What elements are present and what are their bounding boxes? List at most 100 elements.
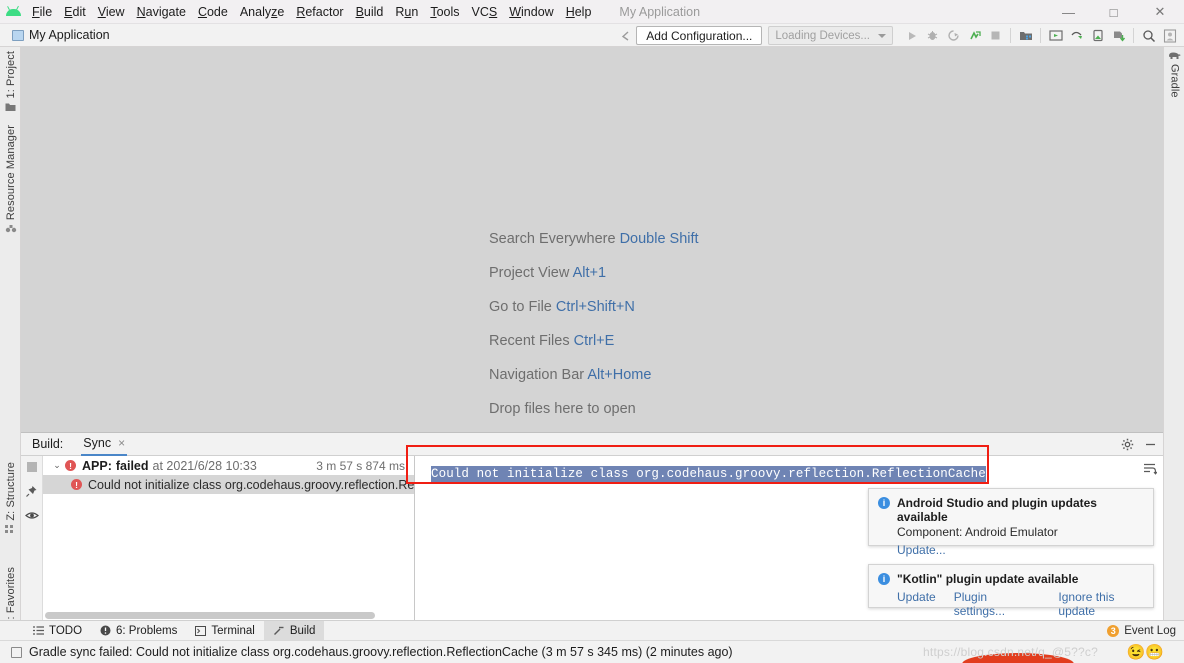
menu-rest: ile <box>39 4 53 19</box>
profile-icon[interactable] <box>964 25 985 46</box>
layout-inspector-icon[interactable] <box>1066 25 1087 46</box>
shortcut-row: Recent Files Ctrl+E <box>489 333 699 349</box>
stop-icon[interactable] <box>985 25 1006 46</box>
stop-build-icon[interactable] <box>26 461 38 473</box>
settings-gear-icon[interactable] <box>1121 438 1134 451</box>
device-file-explorer-icon[interactable] <box>1087 25 1108 46</box>
menu-item-window[interactable]: Window <box>503 2 559 22</box>
event-log-label: Event Log <box>1124 624 1176 637</box>
sidebar-item-project[interactable]: 1: Project <box>0 51 21 112</box>
terminal-icon <box>195 625 207 636</box>
emoji-wink-icon: 😉 <box>1126 644 1146 661</box>
menu-item-build[interactable]: Build <box>350 2 390 22</box>
notification-actions: Update Plugin settings... Ignore this up… <box>897 590 1153 618</box>
menu-item-help[interactable]: Help <box>560 2 598 22</box>
add-configuration-button[interactable]: Add Configuration... <box>636 26 763 45</box>
bottom-tab-todo[interactable]: TODO <box>24 621 91 641</box>
breadcrumb[interactable]: My Application <box>12 28 110 42</box>
device-selector[interactable]: Loading Devices... <box>768 26 893 45</box>
user-account-icon[interactable] <box>1159 25 1180 46</box>
menu-item-code[interactable]: Code <box>192 2 234 22</box>
toggle-view-icon[interactable] <box>24 510 39 521</box>
shortcut-key: Double Shift <box>619 231 699 247</box>
sidebar-item-label: Gradle <box>1168 64 1181 98</box>
horizontal-scrollbar[interactable] <box>45 612 375 619</box>
menu-item-run[interactable]: Run <box>389 2 424 22</box>
avd-manager-icon[interactable] <box>1045 25 1066 46</box>
info-icon: i <box>878 573 890 585</box>
notification-kotlin-plugin-update[interactable]: i "Kotlin" plugin update available Updat… <box>868 564 1154 618</box>
menu-item-tools[interactable]: Tools <box>424 2 465 22</box>
shortcut-action: Navigation Bar <box>489 367 585 383</box>
menu-item-analyze[interactable]: Analyze <box>234 2 290 22</box>
memory-indicator-icon[interactable] <box>11 646 22 658</box>
module-icon <box>12 29 24 41</box>
bottom-tab-terminal[interactable]: Terminal <box>186 621 263 641</box>
filter-tree-icon[interactable] <box>1143 462 1157 475</box>
sdk-manager-icon[interactable] <box>1015 25 1036 46</box>
pin-tab-icon[interactable] <box>25 485 38 498</box>
search-icon[interactable] <box>1138 25 1159 46</box>
table-row[interactable]: ! Could not initialize class org.codehau… <box>43 475 414 494</box>
build-node-state: failed <box>115 458 149 473</box>
project-folder-icon <box>5 102 16 112</box>
structure-icon <box>5 524 16 534</box>
build-side-toolbar <box>21 456 43 621</box>
menu-item-file[interactable]: File <box>26 2 58 22</box>
bottom-tab-label: TODO <box>49 624 83 637</box>
notification-link-update[interactable]: Update <box>897 590 936 618</box>
shortcut-row: Go to File Ctrl+Shift+N <box>489 299 699 315</box>
close-icon[interactable]: × <box>118 436 125 450</box>
run-coverage-icon[interactable] <box>943 25 964 46</box>
bottom-tab-build[interactable]: Build <box>263 620 325 641</box>
sync-gradle-icon[interactable] <box>1108 25 1129 46</box>
bottom-tab-label: Terminal <box>211 624 255 637</box>
minimize-panel-icon[interactable] <box>1144 438 1157 451</box>
sidebar-item-gradle[interactable]: Gradle <box>1164 51 1184 98</box>
sidebar-item-structure[interactable]: Z: Structure <box>0 462 21 534</box>
close-button[interactable]: ✕ <box>1136 0 1184 24</box>
menu-item-navigate[interactable]: Navigate <box>131 2 192 22</box>
emoji-grimace-icon: 😬 <box>1145 644 1164 661</box>
event-log-button[interactable]: 3 Event Log <box>1107 624 1176 637</box>
notification-link-update[interactable]: Update... <box>897 543 946 557</box>
bottom-tab-problems[interactable]: 6: Problems <box>91 621 186 641</box>
maximize-button[interactable]: □ <box>1091 0 1136 24</box>
back-arrow-icon[interactable] <box>615 25 636 46</box>
menu-mnemonic: N <box>136 4 146 19</box>
menu-item-vcs[interactable]: VCS <box>466 2 504 22</box>
navigation-toolbar: My Application Add Configuration... Load… <box>0 24 1184 47</box>
gradle-elephant-icon <box>1168 51 1181 60</box>
menu-item-edit[interactable]: Edit <box>58 2 92 22</box>
bottom-tab-label: 6: Problems <box>116 624 178 637</box>
toolbar-separator <box>1010 28 1011 43</box>
bottom-tab-label: Build <box>289 624 316 637</box>
chevron-down-icon[interactable]: ⌄ <box>49 460 65 471</box>
drop-files-hint: Drop files here to open <box>489 401 636 417</box>
table-row[interactable]: ⌄ ! APP: failed at 2021/6/28 10:33 3 m 5… <box>43 456 414 475</box>
notification-link-plugin-settings[interactable]: Plugin settings... <box>954 590 1041 618</box>
notification-android-studio-updates[interactable]: i Android Studio and plugin updates avai… <box>868 488 1154 557</box>
build-hammer-icon <box>273 625 285 636</box>
status-badge: 3 <box>1107 624 1120 637</box>
shortcut-row: Project View Alt+1 <box>489 265 699 281</box>
build-window-title: Build: <box>32 437 64 451</box>
run-icon[interactable] <box>901 25 922 46</box>
tab-sync[interactable]: Sync × <box>81 433 128 456</box>
shortcut-row: Search Everywhere Double Shift <box>489 231 699 247</box>
sidebar-item-resource-manager[interactable]: Resource Manager <box>0 125 21 233</box>
debug-icon[interactable] <box>922 25 943 46</box>
chevron-down-icon <box>878 33 886 38</box>
resource-manager-icon <box>5 224 17 233</box>
shortcut-action: Recent Files <box>489 333 570 349</box>
notification-link-ignore-update[interactable]: Ignore this update <box>1058 590 1153 618</box>
build-error-message: Could not initialize class org.codehaus.… <box>431 466 986 482</box>
build-tree[interactable]: ⌄ ! APP: failed at 2021/6/28 10:33 3 m 5… <box>43 456 415 621</box>
build-window-header: Build: Sync × <box>21 433 1163 456</box>
menu-item-view[interactable]: View <box>92 2 131 22</box>
window-controls: — □ ✕ <box>1046 0 1184 24</box>
shortcut-key: Alt+Home <box>587 367 652 383</box>
notification-header: i "Kotlin" plugin update available <box>869 565 1153 586</box>
menu-item-refactor[interactable]: Refactor <box>290 2 349 22</box>
minimize-button[interactable]: — <box>1046 0 1091 24</box>
